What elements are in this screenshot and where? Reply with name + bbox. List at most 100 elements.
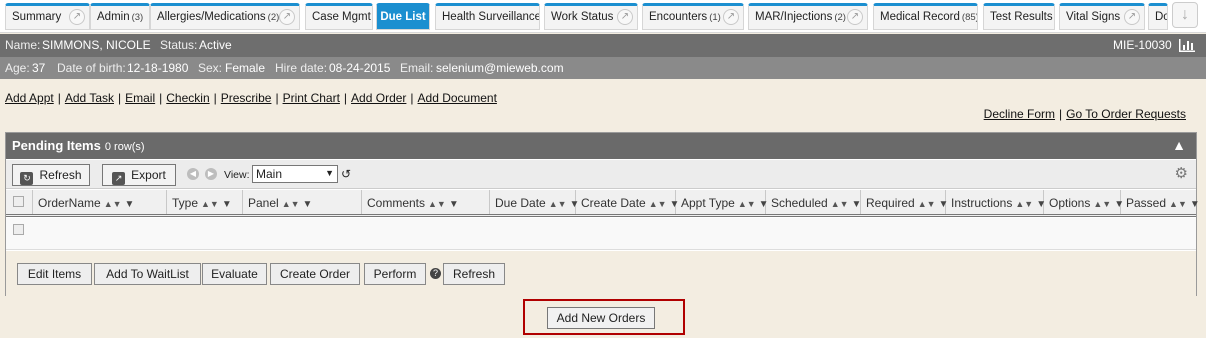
- column-ordername[interactable]: OrderName ▲▼ ▼: [33, 190, 167, 214]
- filter-icon[interactable]: ▼: [222, 199, 232, 210]
- export-icon: ↗: [112, 172, 126, 185]
- tab-mar-injections[interactable]: MAR/Injections (2) ↗: [748, 3, 868, 30]
- add-to-waitlist-button[interactable]: Add To WaitList: [94, 263, 201, 285]
- add-order-link[interactable]: Add Order: [351, 91, 406, 105]
- filter-icon[interactable]: ▼: [1190, 199, 1200, 210]
- add-task-link[interactable]: Add Task: [65, 91, 114, 105]
- filter-icon[interactable]: ▼: [449, 199, 459, 210]
- sort-icon[interactable]: ▲▼: [1169, 199, 1187, 209]
- tab-health-surveillance[interactable]: Health Surveillance: [435, 3, 540, 30]
- sort-icon[interactable]: ▲▼: [104, 199, 122, 209]
- sort-icon[interactable]: ▲▼: [918, 199, 936, 209]
- popout-icon[interactable]: ↗: [1124, 9, 1140, 25]
- action-links: Add Appt | Add Task | Email | Checkin | Prescrib…: [5, 91, 497, 105]
- select-all-checkbox[interactable]: [6, 190, 33, 214]
- email-link[interactable]: Email: [125, 91, 155, 105]
- sort-icon[interactable]: ▲▼: [201, 199, 219, 209]
- column-create-date[interactable]: Create Date ▲▼ ▼: [576, 190, 679, 214]
- prev-page-icon[interactable]: ◀: [187, 168, 199, 180]
- patient-status: Active: [199, 38, 232, 52]
- grid-header: OrderName ▲▼ ▼ Type ▲▼ ▼ Panel ▲▼ ▼ Comments ▲▼…: [6, 190, 1200, 217]
- column-label: Comments: [367, 196, 426, 210]
- print-chart-link[interactable]: Print Chart: [283, 91, 340, 105]
- column-appt-type[interactable]: Appt Type ▲▼ ▼: [676, 190, 769, 214]
- column-scheduled[interactable]: Scheduled ▲▼ ▼: [766, 190, 861, 214]
- tab-count: (3): [131, 12, 144, 23]
- filter-icon[interactable]: ▼: [852, 199, 862, 210]
- checkbox-icon: [13, 196, 24, 207]
- sort-icon[interactable]: ▲▼: [738, 199, 756, 209]
- collapse-icon[interactable]: ▲: [1172, 137, 1186, 153]
- popout-icon[interactable]: ↗: [723, 9, 739, 25]
- checkin-link[interactable]: Checkin: [166, 91, 209, 105]
- tab-label: Test Results: [990, 11, 1053, 23]
- perform-button[interactable]: Perform: [364, 263, 426, 285]
- column-required[interactable]: Required ▲▼ ▼: [861, 190, 948, 214]
- tab-do[interactable]: Do: [1148, 3, 1168, 30]
- column-label: Type: [172, 196, 199, 210]
- prescribe-link[interactable]: Prescribe: [221, 91, 272, 105]
- filter-icon[interactable]: ▼: [125, 199, 135, 210]
- patient-name: SIMMONS, NICOLE: [42, 38, 151, 52]
- column-type[interactable]: Type ▲▼ ▼: [167, 190, 243, 214]
- sort-icon[interactable]: ▲▼: [831, 199, 849, 209]
- hire-date-label: Hire date:: [275, 61, 328, 75]
- refresh-label: Refresh: [39, 168, 82, 182]
- refresh-items-button[interactable]: Refresh: [443, 263, 505, 285]
- panel-title-wrap: Pending Items 0 row(s): [12, 138, 145, 153]
- reset-view-icon[interactable]: ↺: [341, 167, 351, 181]
- popout-icon[interactable]: ↗: [847, 9, 863, 25]
- tab-encounters[interactable]: Encounters (1) ↗: [642, 3, 744, 30]
- tab-summary[interactable]: Summary ↗: [5, 3, 90, 30]
- sort-icon[interactable]: ▲▼: [649, 199, 667, 209]
- popout-icon[interactable]: ↗: [279, 9, 295, 25]
- right-links: Decline Form | Go To Order Requests: [983, 107, 1186, 121]
- row-checkbox[interactable]: [13, 224, 24, 235]
- tab-test-results[interactable]: Test Results: [983, 3, 1055, 30]
- column-instructions[interactable]: Instructions ▲▼ ▼: [946, 190, 1046, 214]
- add-appt-link[interactable]: Add Appt: [5, 91, 54, 105]
- column-due-date[interactable]: Due Date ▲▼ ▼: [490, 190, 579, 214]
- tab-count: (85): [961, 12, 978, 23]
- column-comments[interactable]: Comments ▲▼ ▼: [362, 190, 490, 214]
- add-document-link[interactable]: Add Document: [418, 91, 497, 105]
- sort-icon[interactable]: ▲▼: [1015, 199, 1033, 209]
- popout-icon[interactable]: ↗: [617, 9, 633, 25]
- popout-icon[interactable]: ↗: [69, 9, 85, 25]
- tab-vital-signs[interactable]: Vital Signs ↗: [1059, 3, 1145, 30]
- filter-icon[interactable]: ▼: [303, 199, 313, 210]
- view-label: View:: [224, 169, 250, 181]
- gear-icon[interactable]: ⚙: [1175, 164, 1188, 182]
- column-passed[interactable]: Passed ▲▼ ▼: [1121, 190, 1200, 214]
- sort-icon[interactable]: ▲▼: [428, 199, 446, 209]
- evaluate-button[interactable]: Evaluate: [202, 263, 267, 285]
- scroll-down-icon[interactable]: ↓: [1172, 2, 1198, 28]
- tab-label: Work Status: [551, 11, 614, 23]
- view-select[interactable]: Main ▼: [252, 165, 338, 183]
- status-label: Status:: [160, 38, 198, 52]
- tab-work-status[interactable]: Work Status ↗: [544, 3, 638, 30]
- sort-icon[interactable]: ▲▼: [1093, 199, 1111, 209]
- tab-admin[interactable]: Admin (3): [90, 3, 150, 30]
- name-label: Name:: [5, 38, 41, 52]
- help-icon[interactable]: ?: [430, 268, 441, 279]
- go-to-order-requests-link[interactable]: Go To Order Requests: [1066, 107, 1186, 121]
- refresh-button[interactable]: ↻ Refresh: [12, 164, 90, 186]
- edit-items-button[interactable]: Edit Items: [17, 263, 92, 285]
- sort-icon[interactable]: ▲▼: [549, 199, 567, 209]
- tab-case-mgmt[interactable]: Case Mgmt: [305, 3, 373, 30]
- tab-label: Do: [1155, 11, 1167, 23]
- decline-form-link[interactable]: Decline Form: [984, 107, 1055, 121]
- column-label: Required: [866, 196, 915, 210]
- tab-allergies-medications[interactable]: Allergies/Medications (2) ↗: [150, 3, 300, 30]
- add-new-orders-button[interactable]: Add New Orders: [547, 307, 655, 329]
- column-options[interactable]: Options ▲▼ ▼: [1044, 190, 1124, 214]
- export-button[interactable]: ↗ Export: [102, 164, 176, 186]
- next-page-icon[interactable]: ▶: [205, 168, 217, 180]
- bar-chart-icon[interactable]: [1178, 37, 1196, 53]
- tab-medical-record[interactable]: Medical Record (85): [873, 3, 978, 30]
- column-panel[interactable]: Panel ▲▼ ▼: [243, 190, 362, 214]
- tab-due-list[interactable]: Due List: [376, 3, 430, 30]
- create-order-button[interactable]: Create Order: [270, 263, 360, 285]
- sort-icon[interactable]: ▲▼: [282, 199, 300, 209]
